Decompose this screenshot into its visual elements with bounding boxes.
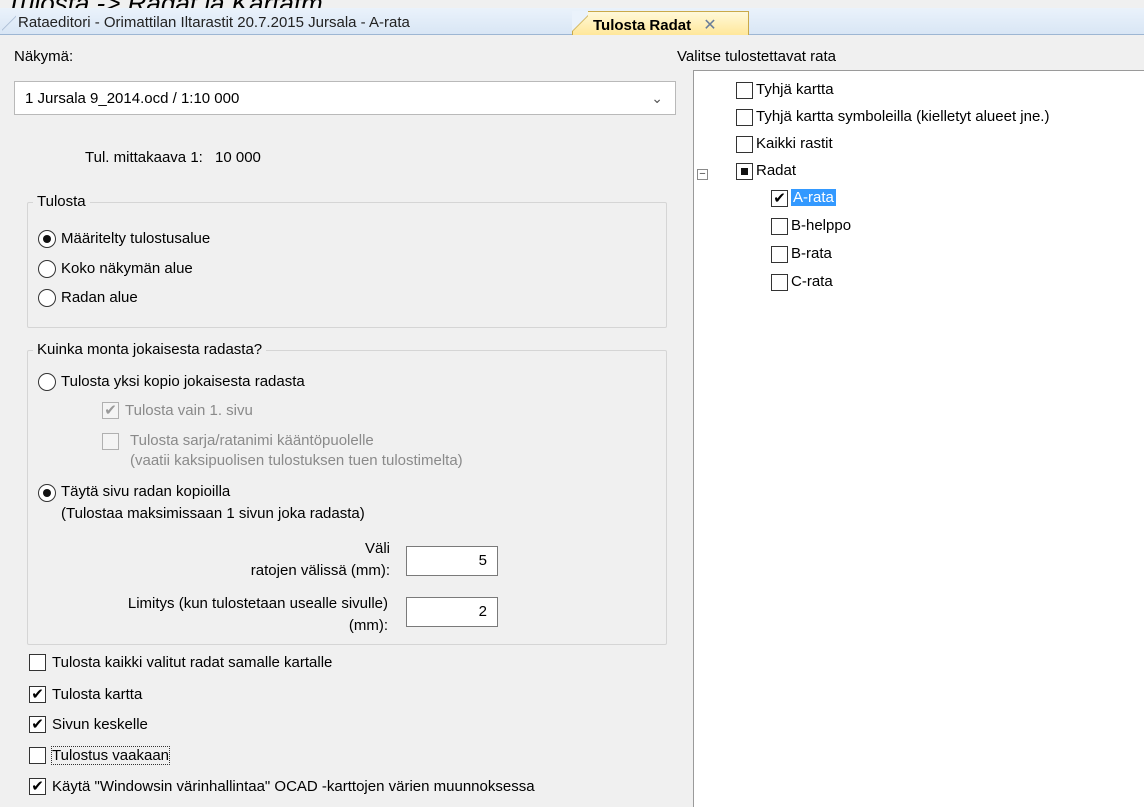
radio-defined-area[interactable] [38,230,56,248]
overlap-label-2: (mm): [348,617,388,634]
checkbox-same-map-label: Tulosta kaikki valitut radat samalle kar… [52,654,333,671]
checkbox-empty-map-label: Tyhjä kartta [756,81,834,98]
radio-course-area[interactable] [38,289,56,307]
radio-whole-view[interactable] [38,260,56,278]
scale-label-text: Tul. mittakaava 1: [85,149,203,166]
overlap-label-1: Limitys (kun tulostetaan usealle sivulle… [127,595,388,612]
course-c-label: C-rata [791,273,833,290]
checkbox-first-page-only[interactable]: ✔ [102,402,119,419]
checkbox-windows-color[interactable]: ✔ [29,778,46,795]
view-label: Näkymä: [14,48,74,65]
radio-course-area-label: Radan alue [61,289,138,306]
checkbox-print-map-label: Tulosta kartta [52,686,143,703]
tab-print-courses[interactable]: Tulosta Radat ✕ [572,11,749,36]
course-a-label: A-rata [791,189,836,206]
gap-input[interactable]: 5 [406,546,498,576]
tab-course-editor-label: Rataeditori - Orimattilan Iltarastit 20.… [18,14,410,31]
radio-one-copy[interactable] [38,373,56,391]
collapse-icon[interactable]: − [697,169,708,180]
copies-group-title: Kuinka monta jokaisesta radasta? [33,341,267,358]
checkbox-same-map[interactable] [29,654,46,671]
gap-label-1: Väli [364,540,390,557]
course-a-label-text: A-rata [791,189,836,206]
radio-fill-page-label-1: Täytä sivu radan kopioilla [61,483,231,500]
radio-fill-page[interactable] [38,484,56,502]
course-b-helppo-label: B-helppo [791,217,852,234]
radio-one-copy-label: Tulosta yksi kopio jokaisesta radasta [61,373,305,390]
checkbox-windows-color-label: Käytä "Windowsin värinhallintaa" OCAD -k… [52,778,535,795]
checkbox-course-b-helppo[interactable] [771,218,788,235]
checkbox-name-backside-label-2: (vaatii kaksipuolisen tulostuksen tuen t… [130,452,463,469]
courses-tree [693,70,1144,807]
tab-bar: Rataeditori - Orimattilan Iltarastit 20.… [0,8,1144,36]
checkbox-course-b[interactable] [771,246,788,263]
courses-group-label: Radat [756,162,797,179]
tab-print-courses-label: Tulosta Radat [593,17,692,34]
gap-label-2: ratojen välissä (mm): [250,562,390,579]
scale-value: 10 000 [215,149,261,166]
checkbox-center-page[interactable]: ✔ [29,716,46,733]
scale-label: Tul. mittakaava 1: 10 000 [85,149,261,166]
radio-fill-page-label-2: (Tulostaa maksimissaan 1 sivun joka rada… [61,505,365,522]
overlap-input[interactable]: 2 [406,597,498,627]
checkbox-landscape-label: Tulostus vaakaan [50,746,171,765]
close-icon[interactable]: ✕ [703,17,716,34]
checkbox-course-a[interactable]: ✔ [771,190,788,207]
courses-panel-title: Valitse tulostettavat rata [677,48,836,65]
checkbox-all-controls-label: Kaikki rastit [756,135,833,152]
checkbox-landscape[interactable] [29,747,46,764]
checkbox-name-backside[interactable] [102,433,119,450]
checkbox-course-c[interactable] [771,274,788,291]
view-select[interactable]: 1 Jursala 9_2014.ocd / 1:10 000 ⌄ [14,81,676,115]
checkbox-print-map[interactable]: ✔ [29,686,46,703]
checkbox-empty-map-symbols-label: Tyhjä kartta symboleilla (kielletyt alue… [756,108,1050,125]
checkbox-all-controls[interactable] [736,136,753,153]
radio-defined-area-label: Määritelty tulostusalue [61,230,211,247]
radio-whole-view-label: Koko näkymän alue [61,260,193,277]
checkbox-courses-group[interactable] [736,163,753,180]
checkbox-empty-map-symbols[interactable] [736,109,753,126]
checkbox-center-page-label: Sivun keskelle [52,716,148,733]
print-area-group-title: Tulosta [33,193,90,210]
course-b-label: B-rata [791,245,832,262]
tab-course-editor[interactable]: Rataeditori - Orimattilan Iltarastit 20.… [0,11,573,35]
view-select-value: 1 Jursala 9_2014.ocd / 1:10 000 [25,90,240,107]
chevron-down-icon[interactable]: ⌄ [651,90,663,107]
checkbox-name-backside-label-1: Tulosta sarja/ratanimi kääntöpuolelle [130,432,374,449]
checkbox-empty-map[interactable] [736,82,753,99]
checkbox-first-page-only-label: Tulosta vain 1. sivu [125,402,253,419]
